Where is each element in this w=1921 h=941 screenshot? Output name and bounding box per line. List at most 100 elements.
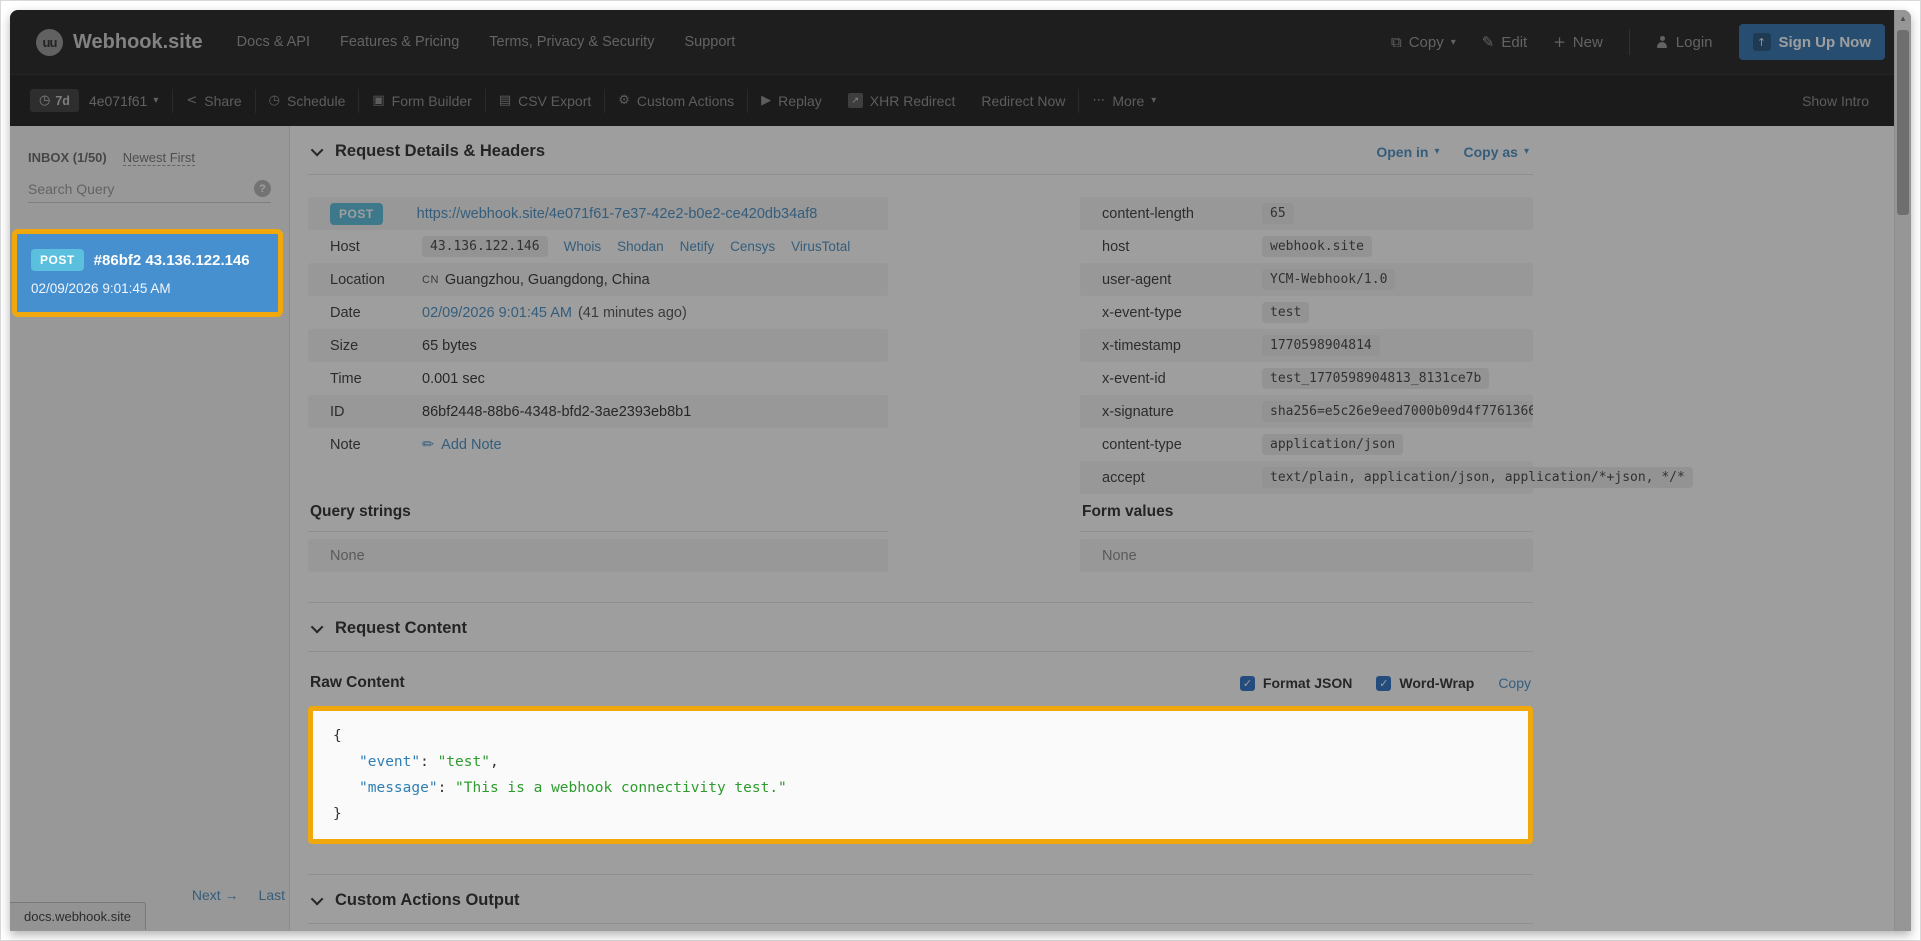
channel-id-dropdown[interactable]: 4e071f61 ▾ — [89, 93, 158, 109]
section-header-request-details[interactable]: Request Details & Headers Open in ▾ Copy… — [308, 126, 1533, 175]
custom-actions-button[interactable]: ⚙ Custom Actions — [618, 93, 734, 109]
header-name: content-length — [1102, 206, 1262, 222]
vertical-scrollbar[interactable]: ▲ — [1894, 10, 1911, 931]
chevron-down-icon — [311, 621, 324, 634]
header-name: content-type — [1102, 437, 1262, 453]
search-input[interactable] — [28, 181, 254, 197]
csv-export-label: CSV Export — [518, 93, 591, 109]
csv-export-button[interactable]: ▤ CSV Export — [499, 93, 591, 109]
request-id-value: 86bf2448-88b6-4348-bfd2-3ae2393eb8b1 — [422, 404, 691, 420]
more-label: More — [1112, 93, 1144, 109]
channel-id-label: 4e071f61 — [89, 93, 147, 109]
help-icon[interactable]: ? — [254, 180, 271, 197]
nav-link-docs-api[interactable]: Docs & API — [237, 34, 310, 50]
raw-content-controls: ✓ Format JSON ✓ Word-Wrap Copy — [1240, 675, 1531, 691]
row-label: ID — [330, 404, 422, 420]
table-row-header: content-length 65 — [1080, 197, 1533, 230]
open-in-dropdown[interactable]: Open in ▾ — [1376, 144, 1439, 160]
csv-export-icon: ▤ — [499, 93, 511, 108]
retention-badge: ◷ 7d — [30, 89, 79, 112]
pagination-last-link[interactable]: Last — [259, 887, 285, 903]
details-columns: POST https://webhook.site/4e071f61-7e37-… — [308, 197, 1533, 572]
pencil-icon: ✏ — [422, 437, 434, 453]
xhr-redirect-button[interactable]: ↗ XHR Redirect — [848, 93, 956, 109]
whois-link[interactable]: Whois — [564, 239, 602, 254]
table-row-header: user-agent YCM-Webhook/1.0 — [1080, 263, 1533, 296]
size-value: 65 bytes — [422, 338, 477, 354]
form-values-empty: None — [1080, 539, 1533, 572]
form-builder-icon: ▣ — [372, 93, 384, 108]
form-builder-button[interactable]: ▣ Form Builder — [372, 93, 471, 109]
form-builder-label: Form Builder — [392, 93, 472, 109]
gear-icon: ⚙ — [618, 93, 630, 108]
headers-column: content-length 65 host webhook.site user… — [1080, 197, 1533, 572]
add-note-link[interactable]: ✏ Add Note — [422, 437, 502, 453]
redirect-now-button[interactable]: Redirect Now — [981, 93, 1065, 109]
sort-toggle[interactable]: Newest First — [123, 150, 195, 166]
word-wrap-label: Word-Wrap — [1399, 675, 1474, 691]
request-url-link[interactable]: https://webhook.site/4e071f61-7e37-42e2-… — [417, 206, 818, 222]
replay-button[interactable]: ▶ Replay — [761, 93, 822, 109]
top-navbar: uu Webhook.site Docs & API Features & Pr… — [10, 10, 1911, 74]
login-label: Login — [1676, 34, 1713, 51]
section-title: Request Content — [335, 619, 467, 638]
nav-links: Docs & API Features & Pricing Terms, Pri… — [237, 34, 736, 50]
table-row-size: Size 65 bytes — [308, 329, 888, 362]
sign-up-now-button[interactable]: ↑ Sign Up Now — [1739, 24, 1886, 60]
request-item-timestamp: 02/09/2026 9:01:45 AM — [31, 281, 264, 296]
edit-icon: ✎ — [1482, 33, 1495, 51]
nav-link-terms-privacy-security[interactable]: Terms, Privacy & Security — [489, 34, 654, 50]
pagination-next-link[interactable]: Next → — [192, 887, 239, 903]
header-name: x-event-id — [1102, 371, 1262, 387]
nav-divider — [1629, 29, 1630, 55]
request-summary-column: POST https://webhook.site/4e071f61-7e37-… — [308, 197, 888, 572]
brand-logo[interactable]: uu Webhook.site — [36, 29, 203, 56]
copy-label: Copy — [1409, 34, 1444, 51]
nav-link-support[interactable]: Support — [684, 34, 735, 50]
new-button[interactable]: + New — [1553, 33, 1603, 51]
login-button[interactable]: Login — [1656, 34, 1713, 51]
date-relative: (41 minutes ago) — [578, 305, 687, 321]
netify-link[interactable]: Netify — [680, 239, 715, 254]
word-wrap-checkbox[interactable]: ✓ Word-Wrap — [1376, 675, 1474, 691]
copy-raw-content-link[interactable]: Copy — [1498, 675, 1531, 691]
table-row-header: accept text/plain, application/json, app… — [1080, 461, 1533, 494]
header-value: 65 — [1262, 203, 1294, 224]
table-row-header: x-event-id test_1770598904813_8131ce7b — [1080, 362, 1533, 395]
shodan-link[interactable]: Shodan — [617, 239, 664, 254]
header-name: user-agent — [1102, 272, 1262, 288]
query-strings-heading: Query strings — [308, 503, 888, 532]
nav-link-features-pricing[interactable]: Features & Pricing — [340, 34, 459, 50]
scrollbar-up-arrow[interactable]: ▲ — [1895, 10, 1911, 27]
copy-as-dropdown[interactable]: Copy as ▾ — [1464, 144, 1530, 160]
show-intro-link[interactable]: Show Intro — [1802, 93, 1869, 109]
request-list-item-selected[interactable]: POST #86bf2 43.136.122.146 02/09/2026 9:… — [12, 229, 283, 317]
schedule-button[interactable]: ◷ Schedule — [269, 93, 346, 109]
row-label: Time — [330, 371, 422, 387]
scrollbar-thumb[interactable] — [1897, 30, 1909, 215]
more-dropdown[interactable]: ⋯ More ▾ — [1092, 93, 1156, 109]
section-header-custom-actions-output[interactable]: Custom Actions Output — [308, 874, 1533, 924]
xhr-redirect-label: XHR Redirect — [870, 93, 956, 109]
location-value: Guangzhou, Guangdong, China — [445, 272, 650, 288]
copy-dropdown[interactable]: ⧉ Copy ▾ — [1391, 33, 1456, 51]
date-link[interactable]: 02/09/2026 9:01:45 AM — [422, 305, 572, 321]
country-code: CN — [422, 274, 439, 286]
header-name: accept — [1102, 470, 1262, 486]
toolbar-divider — [1078, 89, 1079, 113]
edit-button[interactable]: ✎ Edit — [1482, 33, 1527, 51]
section-header-request-content[interactable]: Request Content — [308, 602, 1533, 652]
censys-link[interactable]: Censys — [730, 239, 775, 254]
checkbox-checked-icon: ✓ — [1240, 676, 1255, 691]
format-json-checkbox[interactable]: ✓ Format JSON — [1240, 675, 1352, 691]
method-badge: POST — [31, 249, 84, 271]
share-button[interactable]: < Share — [186, 93, 241, 109]
header-name: x-event-type — [1102, 305, 1262, 321]
row-label: Note — [330, 437, 422, 453]
query-strings-empty: None — [308, 539, 888, 572]
caret-down-icon: ▾ — [153, 95, 158, 106]
virustotal-link[interactable]: VirusTotal — [791, 239, 850, 254]
schedule-label: Schedule — [287, 93, 345, 109]
search-bar: ? — [28, 180, 271, 203]
signup-arrow-icon: ↑ — [1753, 33, 1771, 51]
